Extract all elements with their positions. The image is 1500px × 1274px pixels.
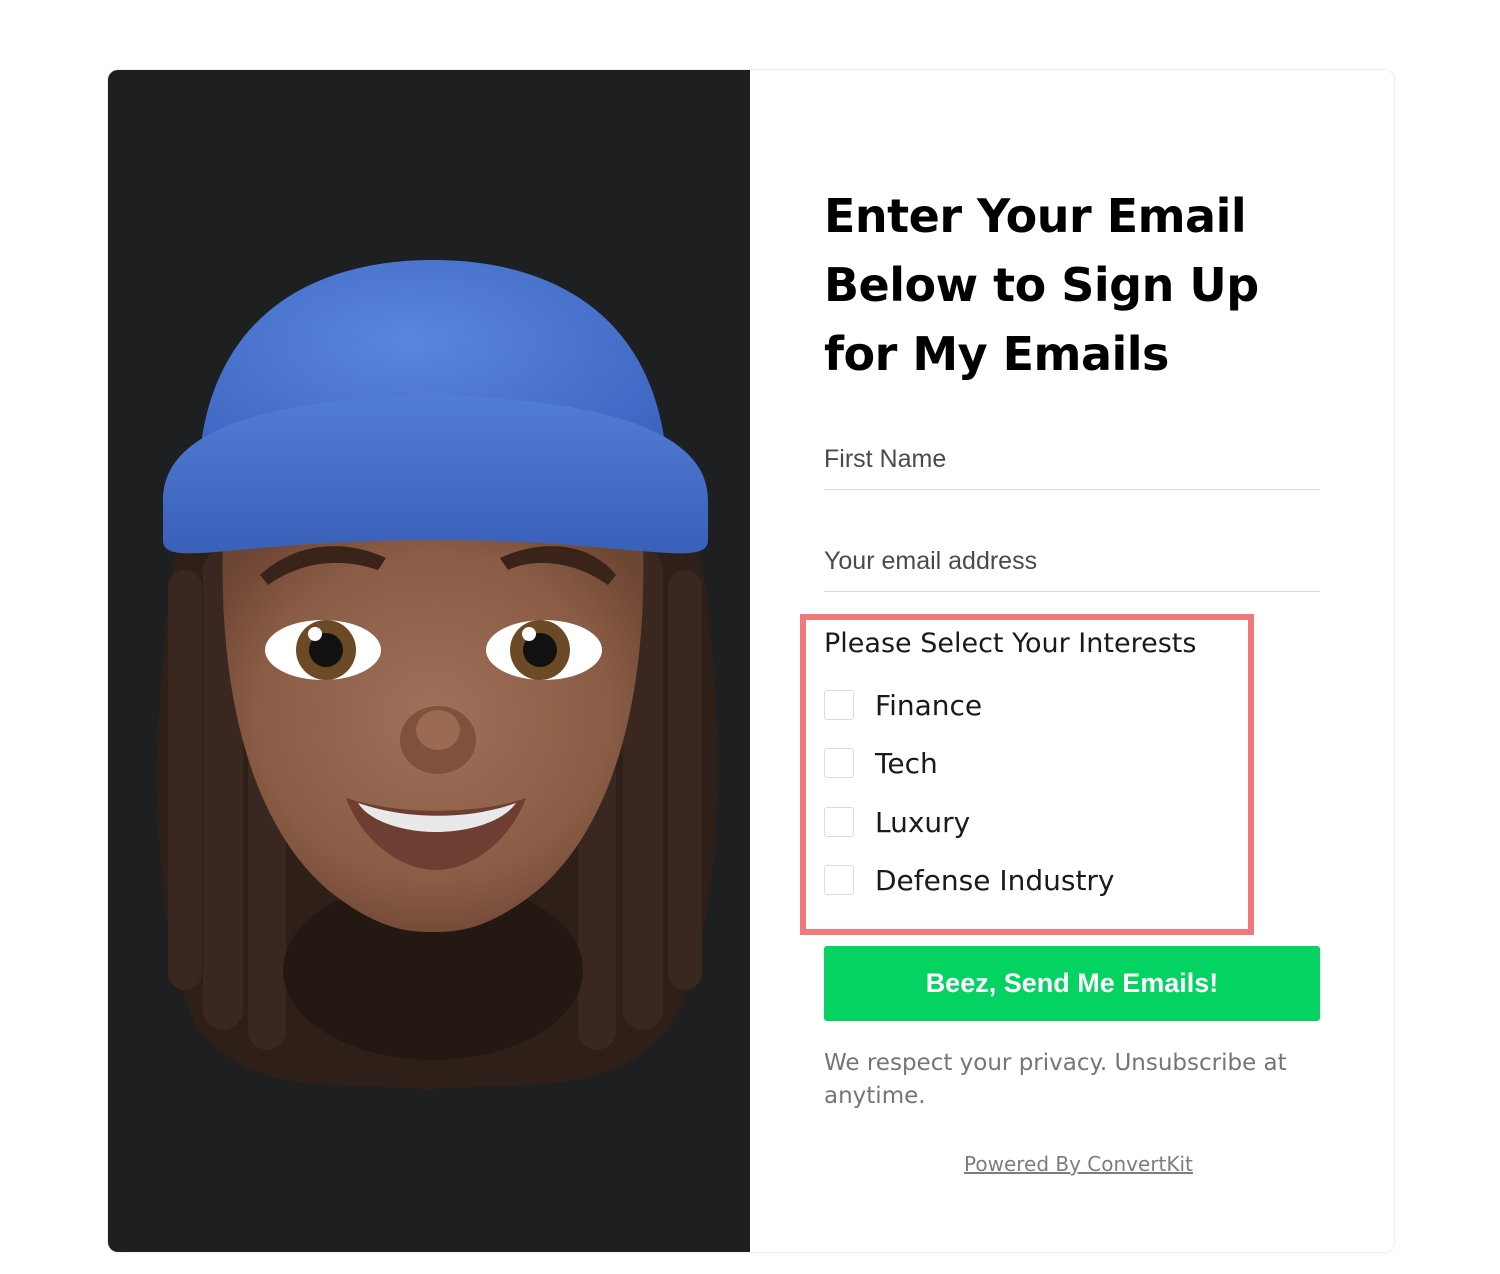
privacy-notice: We respect your privacy. Unsubscribe at …: [824, 1050, 1287, 1109]
interest-option-finance[interactable]: Finance: [824, 688, 982, 722]
first-name-input[interactable]: [824, 430, 1320, 490]
signup-card: Enter Your Email Below to Sign Up for My…: [108, 70, 1394, 1252]
interest-label: Tech: [875, 746, 938, 780]
checkbox[interactable]: [824, 865, 854, 895]
interest-label: Finance: [875, 688, 983, 722]
signup-form: Enter Your Email Below to Sign Up for My…: [750, 70, 1394, 1252]
interest-option-luxury[interactable]: Luxury: [824, 805, 970, 839]
checkbox[interactable]: [824, 807, 854, 837]
interest-option-tech[interactable]: Tech: [824, 746, 938, 780]
form-headline: Enter Your Email Below to Sign Up for My…: [824, 189, 1259, 381]
interest-label: Defense Industry: [875, 863, 1115, 897]
email-input[interactable]: [824, 532, 1320, 592]
checkbox[interactable]: [824, 748, 854, 778]
interest-option-defense-industry[interactable]: Defense Industry: [824, 863, 1115, 897]
memoji-avatar-image: [157, 260, 718, 1090]
powered-by-link[interactable]: Powered By ConvertKit: [964, 1152, 1193, 1176]
checkbox[interactable]: [824, 690, 854, 720]
avatar-image-panel: [108, 70, 750, 1252]
interests-title: Please Select Your Interests: [824, 628, 1197, 659]
interest-label: Luxury: [875, 805, 971, 839]
submit-button[interactable]: Beez, Send Me Emails!: [824, 946, 1320, 1021]
